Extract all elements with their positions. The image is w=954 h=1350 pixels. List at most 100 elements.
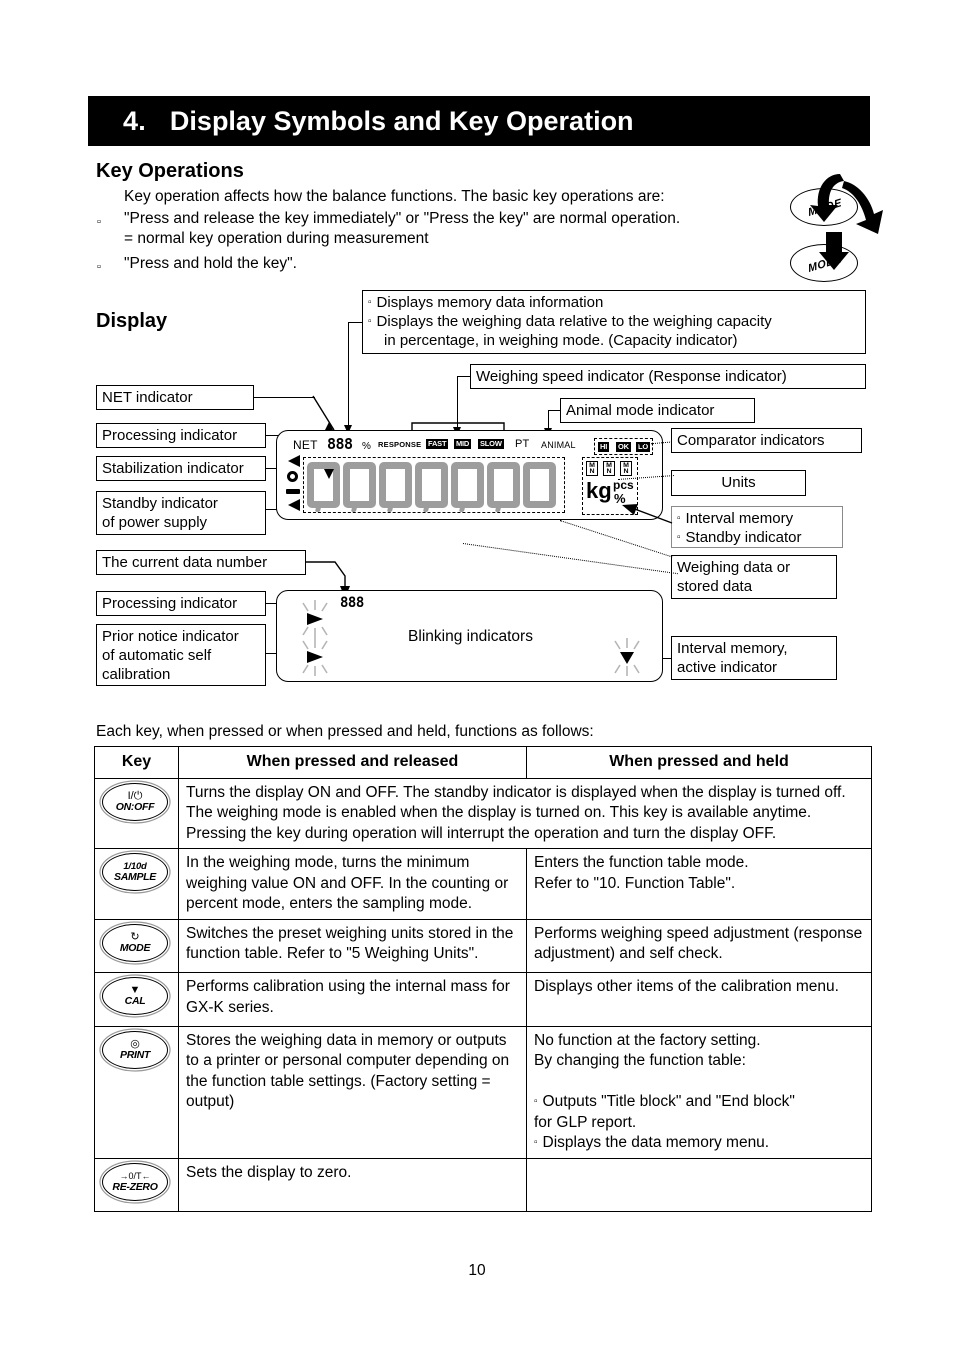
chapter-title: Display Symbols and Key Operation: [169, 105, 634, 136]
print-pressed-description: Stores the weighing data in memory or ou…: [178, 1025, 527, 1159]
bullet-square-icon: ▫: [368, 297, 372, 308]
leader-line: [348, 322, 363, 324]
callout-standby-power: Standby indicator of power supply: [96, 491, 266, 535]
sample-pressed-description: In the weighing mode, turns the minimum …: [178, 848, 527, 920]
lcd-mini-unit-top: M: [589, 462, 595, 469]
key-cell: ◎ PRINT: [94, 1025, 179, 1159]
lcd-capacity-digits: 888: [327, 435, 353, 453]
callout-interval-line-1: Standby indicator: [685, 529, 802, 546]
re-zero-key-button[interactable]: →0/T← RE-ZERO: [102, 1162, 168, 1201]
lcd-mini-unit: M N: [603, 461, 615, 476]
key-cell: →0/T← RE-ZERO: [94, 1157, 179, 1212]
callout-units-text: Units: [721, 474, 756, 491]
callout-animal-mode-text: Animal mode indicator: [566, 402, 715, 419]
callout-processing-indicator-2: Processing indicator: [96, 591, 266, 616]
callout-self-calibration: Prior notice indicator of automatic self…: [96, 624, 266, 686]
table-row: ◎ PRINT Stores the weighing data in memo…: [94, 1025, 872, 1159]
lcd-unit-kg: kg: [586, 478, 612, 503]
cal-pressed-description: Performs calibration using the internal …: [178, 972, 527, 1027]
lcd-processing-indicator: [288, 455, 300, 467]
callout-weighing-data-line-0: Weighing data or: [677, 559, 791, 576]
lcd-digit: [415, 462, 448, 508]
print-key-button[interactable]: ◎ PRINT: [102, 1030, 168, 1069]
mode-key-top: MODE: [790, 188, 858, 226]
print-held-bullet-1: Displays the data memory menu.: [542, 1134, 770, 1151]
bullet-square-icon: ▫: [368, 316, 372, 327]
blinking-indicators-label: Blinking indicators: [408, 628, 533, 645]
lcd-mini-unit: M N: [620, 461, 632, 476]
mode-key-button[interactable]: ↻ MODE: [102, 923, 168, 962]
key-operations-item-0: "Press and release the key immediately" …: [124, 210, 681, 227]
callout-interval-active: Interval memory, active indicator: [671, 636, 837, 680]
print-held-description: No function at the factory setting. By c…: [526, 1025, 872, 1159]
callout-interval-line-0: Interval memory: [685, 510, 794, 527]
callout-self-cal-line-0: Prior notice indicator: [102, 628, 239, 645]
leader-arrow-icon: [622, 504, 673, 524]
on-off-description: Turns the display ON and OFF. The standb…: [178, 777, 872, 849]
manual-page: 4. Display Symbols and Key Operation Key…: [0, 0, 954, 1350]
leader-dotted-line: [559, 520, 673, 558]
on-off-key-button[interactable]: I/⏻ ON:OFF: [102, 782, 168, 821]
mode-key-label: MODE: [119, 941, 151, 954]
callout-standby-line-1: of power supply: [102, 514, 208, 531]
bullet-square-icon: ▫: [534, 1137, 538, 1148]
lcd-interval-memory-indicator: [324, 469, 334, 479]
bullet-square-icon: ▫: [677, 513, 681, 524]
print-held-line-0: No function at the factory setting.: [534, 1031, 761, 1049]
print-circle-icon: ◎: [130, 1037, 140, 1050]
callout-stabilization-indicator: Stabilization indicator: [96, 456, 266, 481]
cal-key-label: CAL: [124, 995, 146, 1007]
callout-weighing-data-line-1: stored data: [677, 578, 753, 595]
callout-comparator-text: Comparator indicators: [677, 432, 825, 449]
chapter-number: 4.: [123, 105, 146, 136]
table-row: →0/T← RE-ZERO Sets the display to zero.: [94, 1157, 872, 1212]
power-icon: I/⏻: [127, 789, 143, 802]
lcd-digit: [343, 462, 376, 508]
mode-pressed-description: Switches the preset weighing units store…: [178, 918, 527, 973]
cal-held-description: Displays other items of the calibration …: [526, 972, 872, 1027]
sample-key-label: SAMPLE: [114, 871, 156, 883]
lcd-animal-label: ANIMAL: [541, 440, 576, 450]
callout-interval-standby: ▫ Interval memory ▫ Standby indicator: [671, 506, 843, 548]
lcd-unit-pcs: pcs: [613, 478, 634, 492]
lcd-net-label: NET: [293, 438, 318, 452]
key-function-table: Key When pressed and released When press…: [94, 746, 872, 1212]
leader-line: [253, 397, 315, 399]
bullet-square-icon: ▫: [97, 261, 101, 273]
lcd-speed-slow: SLOW: [478, 439, 504, 449]
callout-units: Units: [671, 470, 806, 496]
zero-tare-icon: →0/T←: [119, 1170, 151, 1181]
callout-processing-1-text: Processing indicator: [102, 427, 238, 444]
mode-key-press-illustration: MODE MODE: [782, 172, 887, 284]
key-cell: ↻ MODE: [94, 918, 179, 973]
callout-comparator-indicators: Comparator indicators: [671, 428, 862, 453]
key-operations-heading: Key Operations: [96, 160, 244, 182]
lcd-display-panel: NET 888 % RESPONSE FAST MID SLOW PT ANIM…: [276, 430, 663, 520]
lcd-mini-unit: M N: [586, 461, 598, 476]
re-zero-key-label: RE-ZERO: [112, 1180, 158, 1193]
bullet-square-icon: ▫: [97, 216, 101, 228]
lcd-minus-indicator: [286, 489, 300, 494]
callout-animal-mode: Animal mode indicator: [560, 398, 755, 423]
lcd-comparator-ok: OK: [616, 442, 631, 452]
callout-memory-capacity: ▫ Displays memory data information ▫ Displ…: [362, 290, 866, 354]
callout-self-cal-line-2: calibration: [102, 666, 171, 683]
callout-stabilization-text: Stabilization indicator: [102, 460, 244, 477]
lcd-digit: [487, 462, 520, 508]
callout-processing-indicator-1: Processing indicator: [96, 423, 266, 448]
lcd-mini-unit-bottom: N: [623, 468, 629, 475]
lcd-top-indicator-row: NET 888 % RESPONSE FAST MID SLOW PT ANIM…: [291, 435, 661, 455]
callout-processing-2-text: Processing indicator: [102, 595, 238, 612]
table-intro: Each key, when pressed or when pressed a…: [96, 723, 594, 740]
callout-net-indicator: NET indicator: [96, 385, 254, 410]
lcd-comparator-hi: HI: [598, 442, 610, 452]
sample-key-button[interactable]: 1/10d SAMPLE: [102, 853, 168, 891]
print-key-label: PRINT: [119, 1048, 150, 1061]
key-operations-intro: Key operation affects how the balance fu…: [124, 188, 665, 205]
cal-key-button[interactable]: ▼ CAL: [102, 977, 168, 1015]
lcd-weighing-digits: [303, 457, 565, 513]
table-row: 1/10d SAMPLE In the weighing mode, turns…: [94, 848, 872, 920]
on-off-key-label: ON:OFF: [115, 800, 155, 813]
blinking-indicators-panel: 888 Blinking indicators: [276, 590, 663, 682]
key-cell: 1/10d SAMPLE: [94, 848, 179, 920]
